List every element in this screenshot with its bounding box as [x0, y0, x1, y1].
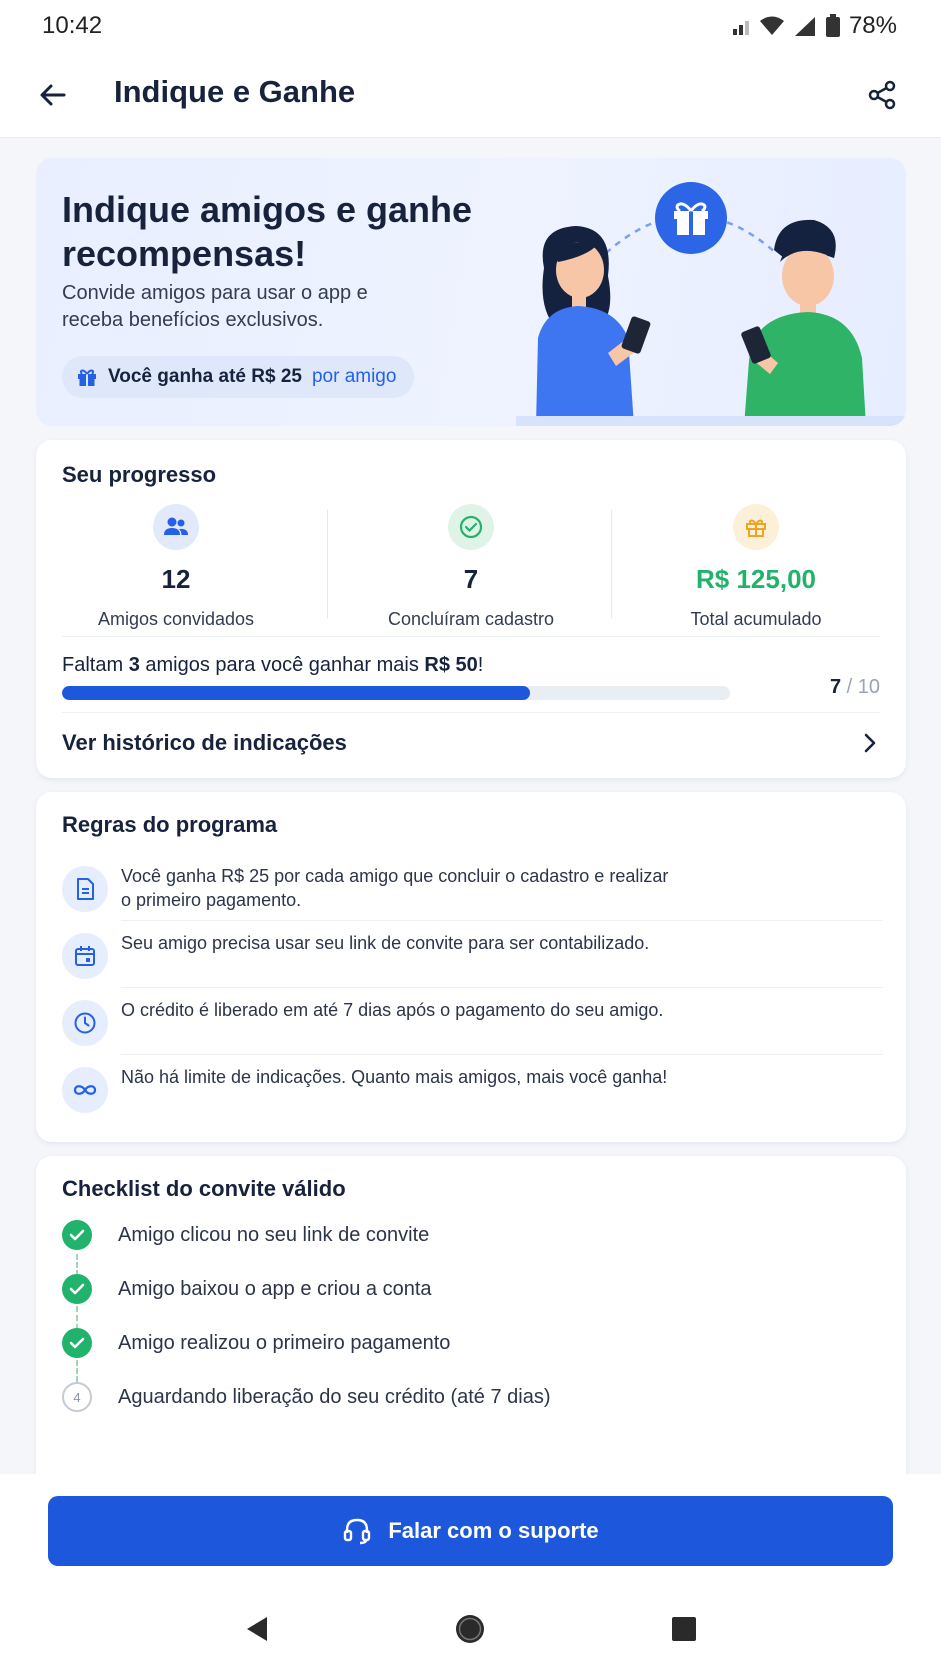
nav-home-button[interactable]	[440, 1599, 500, 1659]
divider	[121, 920, 883, 921]
progress-bar-fill	[62, 686, 530, 700]
rules-title: Regras do programa	[62, 812, 278, 837]
progress-count: 7 / 10	[830, 676, 880, 699]
checklist-step: Amigo clicou no seu link de convite	[62, 1218, 862, 1252]
support-button-label: Falar com o suporte	[388, 1518, 599, 1543]
history-link[interactable]: Ver histórico de indicações	[36, 708, 906, 778]
stat-completed: 7 Concluíram cadastro	[331, 504, 611, 629]
triangle-back-icon	[246, 1617, 267, 1641]
progress-card: Seu progresso 12 Amigos convidados 7 Con…	[36, 440, 906, 778]
chevron-right-icon	[864, 733, 876, 753]
clock-icon	[62, 1000, 108, 1046]
check-icon	[62, 1220, 92, 1250]
stat-divider	[327, 510, 328, 618]
progress-current: 7	[829, 676, 842, 698]
progress-message: Faltam 3 amigos para você ganhar mais R$…	[62, 654, 483, 677]
signal-small-icon	[732, 21, 749, 35]
progress-message-mid: amigos para você ganhar mais	[139, 654, 425, 676]
progress-message-count: 3	[128, 654, 140, 676]
battery-icon	[825, 14, 840, 37]
circle-home-icon	[456, 1615, 485, 1643]
progress-target: 10	[857, 676, 880, 698]
rule-text: O crédito é liberado em até 7 dias após …	[121, 1000, 664, 1020]
share-icon	[868, 80, 896, 110]
checklist-step: Amigo baixou o app e criou a conta	[62, 1272, 862, 1306]
checklist-step-text: Amigo clicou no seu link de convite	[118, 1223, 430, 1246]
document-icon	[62, 866, 108, 912]
divider	[121, 1054, 883, 1055]
gift-icon	[733, 504, 779, 550]
rule-text: Você ganha R$ 25 por cada amigo que conc…	[121, 866, 669, 910]
check-circle-icon	[448, 504, 494, 550]
reward-pill-main: Você ganha até R$ 25	[108, 366, 302, 387]
progress-message-pre: Faltam	[62, 654, 129, 676]
users-icon	[153, 504, 199, 550]
checklist-title: Checklist do convite válido	[62, 1176, 346, 1201]
rule-text: Seu amigo precisa usar seu link de convi…	[121, 933, 650, 953]
step-number-badge: 4	[62, 1382, 92, 1412]
infinity-icon	[62, 1067, 108, 1113]
check-icon	[62, 1328, 92, 1358]
hero-subtitle: Convide amigos para usar o app e receba …	[62, 282, 368, 331]
checklist-step-text: Amigo realizou o primeiro pagamento	[118, 1331, 451, 1354]
checklist-card: Checklist do convite válido Amigo clicou…	[36, 1156, 906, 1474]
status-bar: 10:42 78%	[0, 0, 941, 52]
support-button[interactable]: Falar com o suporte	[48, 1496, 893, 1566]
reward-pill: Você ganha até R$ 25 por amigo	[62, 356, 415, 398]
friends-illustration	[516, 182, 906, 426]
nav-back-button[interactable]	[227, 1599, 287, 1659]
nav-recents-button[interactable]	[654, 1599, 714, 1659]
arrow-left-icon	[40, 84, 66, 106]
checklist-step-text: Amigo baixou o app e criou a conta	[118, 1277, 432, 1300]
check-icon	[62, 1274, 92, 1304]
checklist-step-text: Aguardando liberação do seu crédito (até…	[118, 1385, 551, 1408]
progress-title: Seu progresso	[62, 462, 217, 487]
wifi-icon	[759, 16, 784, 35]
gift-icon	[78, 369, 96, 386]
content-scroll[interactable]: Indique amigos e ganhe recompensas! Conv…	[0, 138, 941, 1474]
stat-completed-value: 7	[463, 564, 479, 594]
status-icons: 78%	[731, 12, 897, 40]
page-title: Indique e Ganhe	[114, 74, 356, 109]
rule-item: O crédito é liberado em até 7 dias após …	[62, 998, 882, 1062]
progress-message-amount: R$ 50	[424, 654, 478, 676]
reward-pill-accent: por amigo	[311, 366, 397, 387]
cell-signal-icon	[794, 17, 815, 36]
rules-card: Regras do programa Você ganha R$ 25 por …	[36, 792, 906, 1142]
progress-bar	[62, 686, 730, 700]
stat-invited-value: 12	[161, 564, 191, 594]
battery-percent: 78%	[848, 12, 897, 39]
step-connector	[76, 1360, 78, 1382]
rule-text: Não há limite de indicações. Quanto mais…	[121, 1067, 668, 1087]
rule-item: Não há limite de indicações. Quanto mais…	[62, 1065, 882, 1129]
stat-divider	[611, 510, 612, 618]
hero-title: Indique amigos e ganhe recompensas!	[62, 189, 473, 274]
progress-message-post: !	[477, 654, 484, 676]
rule-item: Seu amigo precisa usar seu link de convi…	[62, 931, 882, 995]
stat-total-value: R$ 125,00	[696, 564, 816, 594]
divider	[62, 636, 880, 637]
square-recents-icon	[672, 1617, 697, 1641]
divider	[121, 987, 883, 988]
history-link-label: Ver histórico de indicações	[62, 730, 347, 755]
status-time: 10:42	[42, 12, 103, 39]
rule-item: Você ganha R$ 25 por cada amigo que conc…	[62, 864, 882, 928]
stat-invited: 12 Amigos convidados	[36, 504, 316, 629]
calendar-icon	[62, 933, 108, 979]
back-button[interactable]	[30, 72, 76, 118]
checklist-step: 4 Aguardando liberação do seu crédito (a…	[62, 1380, 862, 1414]
headset-icon	[344, 1518, 371, 1545]
progress-separator: /	[846, 676, 853, 698]
stat-total-label: Total acumulado	[690, 609, 822, 629]
system-nav-bar	[0, 1586, 941, 1672]
hero-banner: Indique amigos e ganhe recompensas! Conv…	[36, 158, 906, 426]
stat-total: R$ 125,00 Total acumulado	[616, 504, 896, 629]
app-bar: Indique e Ganhe	[0, 52, 941, 138]
checklist-step: Amigo realizou o primeiro pagamento	[62, 1326, 862, 1360]
stat-completed-label: Concluíram cadastro	[387, 609, 555, 629]
stat-invited-label: Amigos convidados	[97, 609, 255, 629]
share-button[interactable]	[859, 72, 905, 118]
